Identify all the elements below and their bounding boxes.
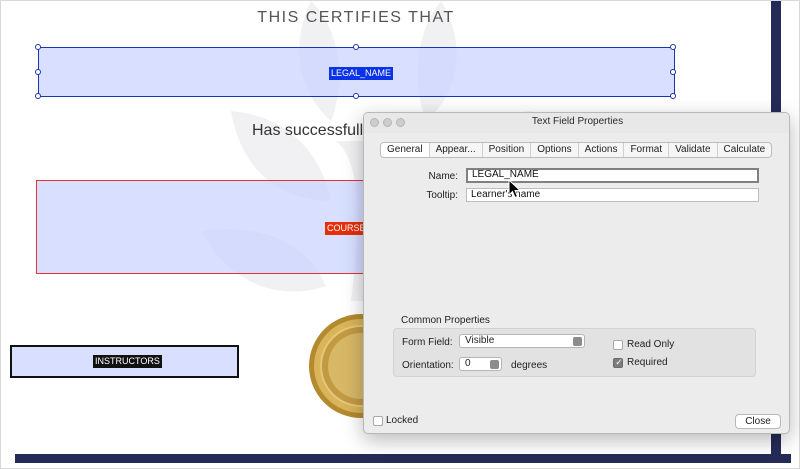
tab-actions[interactable]: Actions	[579, 143, 625, 157]
tab-appearance[interactable]: Appear...	[430, 143, 483, 157]
read-only-checkbox[interactable]	[613, 340, 623, 350]
locked-label: Locked	[386, 415, 419, 426]
name-label: Name:	[428, 171, 458, 182]
required-checkbox[interactable]: ✓	[613, 357, 623, 368]
resize-handle-middle-right[interactable]	[670, 69, 676, 75]
required-label: Required	[627, 357, 668, 368]
tab-options[interactable]: Options	[531, 143, 579, 157]
orientation-unit: degrees	[511, 360, 548, 371]
checkmark-icon: ✓	[615, 357, 623, 367]
dialog-titlebar[interactable]: Text Field Properties	[364, 113, 789, 133]
common-properties-group: Form Field: Visible Orientation: 0 degre…	[393, 328, 756, 377]
tab-position[interactable]: Position	[483, 143, 532, 157]
orientation-select-value: 0	[465, 358, 471, 369]
form-field-label: Form Field:	[402, 337, 453, 348]
orientation-select[interactable]: 0	[459, 357, 502, 371]
certificate-heading: THIS CERTIFIES THAT	[257, 9, 455, 26]
close-button[interactable]: Close	[735, 414, 781, 429]
instructors-field-label: INSTRUCTORS	[93, 355, 162, 368]
certificate-subheading: Has successfull	[252, 122, 364, 139]
properties-tab-bar: General Appear... Position Options Actio…	[380, 142, 773, 158]
tab-validate[interactable]: Validate	[669, 143, 718, 157]
select-stepper-icon	[490, 360, 499, 369]
dialog-title: Text Field Properties	[531, 116, 624, 127]
instructors-field[interactable]: INSTRUCTORS	[10, 345, 239, 378]
common-properties-title: Common Properties	[401, 315, 490, 326]
orientation-label: Orientation:	[402, 360, 454, 371]
legal-name-field-label: LEGAL_NAME	[329, 67, 394, 80]
course-field[interactable]: COURSE	[36, 180, 376, 274]
resize-handle-top-right[interactable]	[670, 44, 676, 50]
resize-handle-bottom-left[interactable]	[35, 93, 41, 99]
tab-format[interactable]: Format	[624, 143, 670, 157]
locked-checkbox[interactable]	[373, 416, 383, 426]
tab-calculate[interactable]: Calculate	[718, 143, 772, 157]
mouse-pointer-icon	[508, 179, 522, 199]
resize-handle-top-left[interactable]	[35, 44, 41, 50]
text-field-properties-dialog: Text Field Properties General Appear... …	[363, 112, 790, 434]
form-field-select-value: Visible	[465, 335, 495, 346]
resize-handle-top-middle[interactable]	[353, 44, 359, 50]
course-field-label: COURSE	[325, 222, 368, 235]
resize-handle-bottom-right[interactable]	[670, 93, 676, 99]
select-stepper-icon	[573, 337, 582, 346]
form-field-select[interactable]: Visible	[459, 334, 585, 348]
legal-name-field[interactable]: LEGAL_NAME	[35, 44, 676, 99]
tooltip-label: Tooltip:	[426, 190, 458, 201]
resize-handle-middle-left[interactable]	[35, 69, 41, 75]
read-only-label: Read Only	[627, 339, 675, 350]
certificate-bottom-border	[15, 454, 791, 463]
tab-general[interactable]: General	[381, 143, 430, 157]
resize-handle-bottom-middle[interactable]	[353, 93, 359, 99]
